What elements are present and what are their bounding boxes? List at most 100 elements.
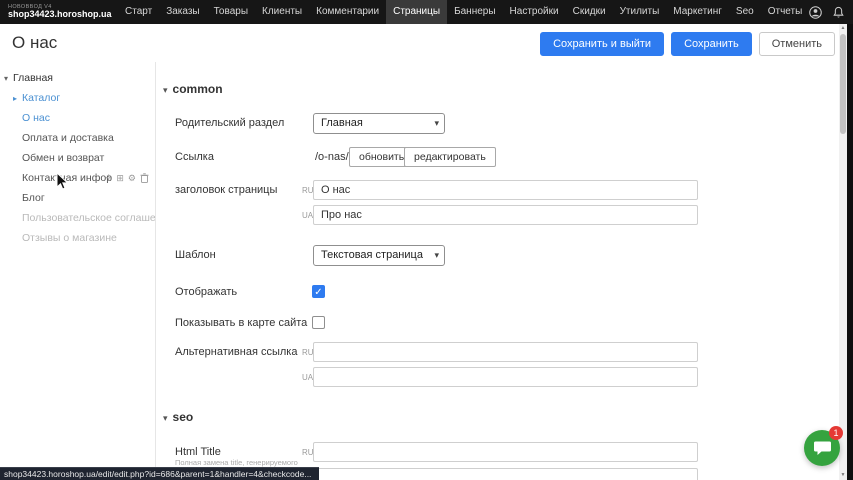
page-title: О нас <box>12 33 57 53</box>
notifications-icon[interactable] <box>832 6 845 19</box>
section-common-toggle[interactable]: ▾ common <box>163 82 223 96</box>
alt-link-ua-input[interactable] <box>313 367 698 387</box>
nav-reports[interactable]: Отчеты <box>761 0 810 24</box>
nav-seo[interactable]: Seo <box>729 0 761 24</box>
alt-link-ru-input[interactable] <box>313 342 698 362</box>
html-title-hint: Полная замена title, генерируемого <box>175 458 298 467</box>
page-header: О нас Сохранить и выйти Сохранить Отмени… <box>0 24 847 62</box>
page-title-ua-input[interactable] <box>313 205 698 225</box>
vertical-scrollbar[interactable]: ▲ ▼ <box>839 24 847 480</box>
chevron-down-icon: ▾ <box>163 413 168 423</box>
scrollbar-thumb[interactable] <box>840 34 846 134</box>
section-common-label: common <box>173 82 223 96</box>
template-select[interactable]: Текстовая страница <box>313 245 445 266</box>
chevron-down-icon: ▾ <box>4 69 13 88</box>
page-title-field-label: заголовок страницы <box>175 184 277 196</box>
sidebar-item-label: Обмен и возврат <box>22 152 104 164</box>
brand-logo[interactable]: НОВОВВОД V4 shop34423.horoshop.ua <box>0 4 118 20</box>
nav-banners[interactable]: Баннеры <box>447 0 502 24</box>
page-title-ru-input[interactable] <box>313 180 698 200</box>
save-button[interactable]: Сохранить <box>671 32 752 56</box>
gear-icon[interactable]: ⚙ <box>128 174 136 183</box>
page-edit-form: ▾ common Родительский раздел Главная Ссыл… <box>157 62 840 480</box>
topbar: НОВОВВОД V4 shop34423.horoshop.ua Старт … <box>0 0 853 24</box>
parent-section-label: Родительский раздел <box>175 117 284 129</box>
section-seo-toggle[interactable]: ▾ seo <box>163 410 193 424</box>
sidebar-item-contact-info[interactable]: Контактная инфор ✛ ⊞ ⚙ <box>0 168 155 188</box>
nav-pages[interactable]: Страницы <box>386 0 447 24</box>
alt-link-label: Альтернативная ссылка <box>175 346 297 358</box>
field-sitemap: Показывать в карте сайта <box>157 313 840 335</box>
lang-tag-ru: RU <box>302 448 314 457</box>
html-title-ru-input[interactable] <box>313 442 698 462</box>
html-title-ua-input[interactable] <box>313 468 698 480</box>
field-template: Шаблон Текстовая страница <box>157 245 840 267</box>
sidebar-item-user-agreement[interactable]: Пользовательское соглашение <box>0 208 155 228</box>
chat-unread-badge: 1 <box>829 426 843 440</box>
sidebar-item-label: Контактная инфор <box>22 172 112 184</box>
account-icon[interactable] <box>809 6 822 19</box>
trash-icon[interactable] <box>140 173 149 183</box>
move-icon[interactable]: ✛ <box>105 174 113 183</box>
nav-settings[interactable]: Настройки <box>503 0 566 24</box>
sidebar-item-payment-delivery[interactable]: Оплата и доставка <box>0 128 155 148</box>
add-page-icon[interactable]: ⊞ <box>116 174 124 183</box>
section-seo-label: seo <box>173 410 194 424</box>
field-page-title-ua: UA <box>157 205 840 227</box>
lang-tag-ua: UA <box>302 373 313 382</box>
sidebar-item-label: Пользовательское соглашение <box>22 212 155 224</box>
field-alt-link-ua: UA <box>157 367 840 389</box>
nav-utilities[interactable]: Утилиты <box>613 0 667 24</box>
chat-widget-button[interactable]: 1 <box>804 430 840 466</box>
field-html-title-ru: Html Title Полная замена title, генериру… <box>157 442 840 464</box>
html-title-label: Html Title <box>175 446 221 458</box>
sidebar-item-about[interactable]: О нас <box>0 108 155 128</box>
display-label: Отображать <box>175 286 237 298</box>
lang-tag-ru: RU <box>302 348 314 357</box>
link-path-value: /o-nas/ <box>315 151 349 163</box>
field-display: Отображать ✓ <box>157 282 840 304</box>
field-alt-link-ru: Альтернативная ссылка RU <box>157 342 840 364</box>
sidebar-item-blog[interactable]: Блог <box>0 188 155 208</box>
nav-discounts[interactable]: Скидки <box>566 0 613 24</box>
save-and-exit-button[interactable]: Сохранить и выйти <box>540 32 664 56</box>
nav-orders[interactable]: Заказы <box>159 0 206 24</box>
sidebar-item-store-reviews[interactable]: Отзывы о магазине <box>0 228 155 248</box>
sidebar-item-exchange-return[interactable]: Обмен и возврат <box>0 148 155 168</box>
sidebar-item-label: Оплата и доставка <box>22 132 114 144</box>
link-label: Ссылка <box>175 151 214 163</box>
sidebar-item-label: Блог <box>22 192 45 204</box>
sidebar-item-home[interactable]: ▾Главная <box>0 68 155 88</box>
sidebar-item-label: Отзывы о магазине <box>22 232 117 244</box>
chevron-down-icon: ▾ <box>163 85 168 95</box>
chevron-right-icon: ▸ <box>13 89 22 108</box>
nav-start[interactable]: Старт <box>118 0 159 24</box>
link-edit-button[interactable]: редактировать <box>404 147 496 167</box>
display-checkbox[interactable]: ✓ <box>312 285 325 298</box>
sitemap-checkbox[interactable] <box>312 316 325 329</box>
window-edge-strip <box>847 24 853 480</box>
header-actions: Сохранить и выйти Сохранить Отменить <box>540 32 835 56</box>
sitemap-label: Показывать в карте сайта <box>175 317 307 329</box>
brand-domain-label: shop34423.horoshop.ua <box>8 10 108 20</box>
nav-comments[interactable]: Комментарии <box>309 0 386 24</box>
status-url-bubble: shop34423.horoshop.ua/edit/edit.php?id=6… <box>0 467 319 480</box>
field-page-title-ru: заголовок страницы RU <box>157 180 840 202</box>
top-nav: Старт Заказы Товары Клиенты Комментарии … <box>118 0 809 24</box>
scroll-down-arrow[interactable]: ▼ <box>839 471 847 480</box>
topbar-icons <box>809 6 853 19</box>
parent-section-select[interactable]: Главная <box>313 113 445 134</box>
nav-marketing[interactable]: Маркетинг <box>666 0 729 24</box>
scroll-up-arrow[interactable]: ▲ <box>839 24 847 33</box>
field-parent-section: Родительский раздел Главная <box>157 113 840 135</box>
sidebar-item-catalog[interactable]: ▸Каталог <box>0 88 155 108</box>
chat-bubble-icon <box>813 440 831 456</box>
nav-products[interactable]: Товары <box>207 0 255 24</box>
cancel-button[interactable]: Отменить <box>759 32 835 56</box>
tree-row-actions: ✛ ⊞ ⚙ <box>105 168 149 188</box>
sidebar-item-label: Каталог <box>22 92 60 104</box>
nav-clients[interactable]: Клиенты <box>255 0 309 24</box>
app-window: НОВОВВОД V4 shop34423.horoshop.ua Старт … <box>0 0 853 480</box>
lang-tag-ru: RU <box>302 186 314 195</box>
lang-tag-ua: UA <box>302 211 313 220</box>
